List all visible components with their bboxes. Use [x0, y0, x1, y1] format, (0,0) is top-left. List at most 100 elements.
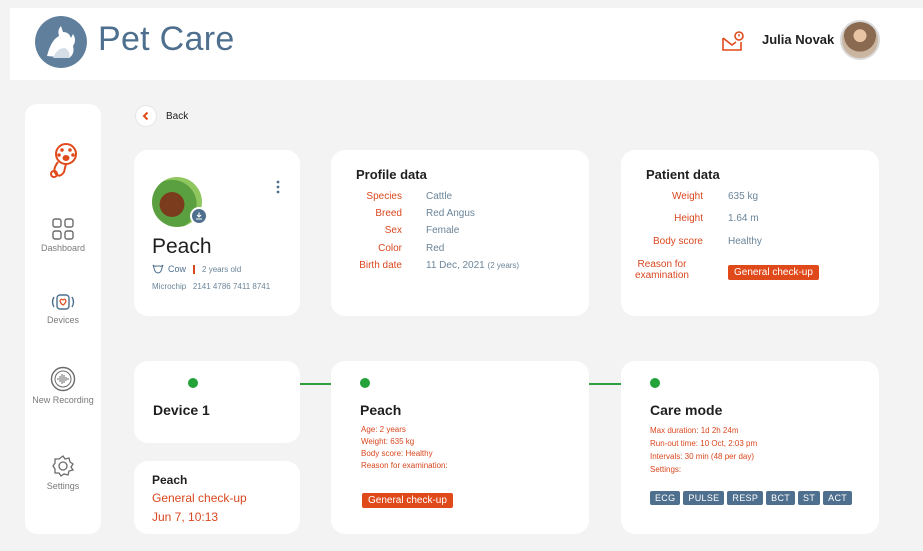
reason-value: General check-up: [728, 265, 819, 280]
profile-key: Species: [366, 191, 402, 202]
peach-age: Age: 2 years: [361, 425, 406, 434]
profile-value: 11 Dec, 2021: [426, 260, 485, 271]
recording-card[interactable]: Peach General check-up Jun 7, 10:13: [134, 461, 300, 534]
reason-key: Reason for examination: [621, 259, 703, 281]
separator: [193, 264, 196, 274]
reason-key-line: Reason for: [637, 259, 687, 270]
brand-title: Pet Care: [98, 20, 235, 58]
patient-name: Peach: [152, 235, 212, 258]
care-mode-details: Max duration: 1d 2h 24m Run-out time: 10…: [650, 424, 757, 476]
sidebar-item-dashboard[interactable]: Dashboard: [25, 218, 101, 253]
microchip-value: 2141 4786 7411 8741: [192, 282, 271, 291]
app-header: Pet Care Julia Novak: [10, 8, 923, 80]
patient-key: Height: [674, 213, 703, 224]
profile-row: Sex Female: [331, 225, 460, 236]
peach-details: Age: 2 years Weight: 635 kg Body score: …: [361, 424, 448, 472]
sidebar-item-settings[interactable]: Settings: [25, 454, 101, 491]
care-run-out: Run-out time: 10 Oct, 2:03 pm: [650, 439, 758, 448]
setting-tag: BCT: [766, 491, 796, 505]
sidebar-item-label: Dashboard: [40, 243, 86, 253]
gear-icon: [52, 455, 75, 477]
chevron-left-icon: [136, 106, 156, 126]
user-name[interactable]: Julia Novak: [762, 32, 834, 47]
profile-key: Sex: [384, 225, 402, 236]
profile-key: Breed: [375, 208, 402, 219]
recording-reason: General check-up: [152, 491, 247, 505]
reason-badge: General check-up: [728, 262, 819, 280]
patient-row: Body score Healthy: [621, 236, 762, 247]
profile-value: Female: [426, 225, 460, 236]
peach-reason-badge: General check-up: [362, 490, 453, 508]
back-label: Back: [166, 110, 189, 122]
patient-data-title: Patient data: [646, 167, 720, 182]
devices-icon: [51, 294, 75, 310]
peach-reason-label: Reason for examination:: [361, 461, 448, 470]
patient-value: Healthy: [728, 236, 762, 247]
peach-body-score: Body score: Healthy: [361, 449, 433, 458]
patient-row: Height 1.64 m: [621, 213, 759, 224]
setting-tag: ECG: [650, 491, 681, 505]
sidebar-item-new-recording[interactable]: New Recording: [25, 366, 101, 405]
care-mode-title: Care mode: [650, 402, 723, 418]
care-intervals: Intervals: 30 min (48 per day): [650, 452, 755, 461]
recording-icon: [50, 366, 76, 392]
patient-data-card: Patient data Weight 635 kg Height 1.64 m B…: [621, 150, 879, 316]
patient-species-age: Cow 2 years old: [152, 264, 241, 274]
recording-date: Jun 7, 10:13: [152, 510, 219, 524]
peach-reason-value: General check-up: [362, 493, 453, 508]
sidebar-item-label: Devices: [46, 315, 79, 325]
species-label: Cow: [168, 264, 187, 274]
back-button[interactable]: Back: [136, 106, 188, 126]
sidebar-item-devices[interactable]: Devices: [25, 292, 101, 325]
profile-row: Breed Red Angus: [331, 208, 475, 219]
sidebar: Dashboard Devices New Recording Settings: [25, 104, 101, 534]
profile-value-extra: (2 years): [487, 261, 520, 270]
profile-value: Red: [426, 243, 445, 254]
peach-card[interactable]: Peach Age: 2 years Weight: 635 kg Body s…: [331, 361, 589, 534]
peach-weight: Weight: 635 kg: [361, 437, 415, 446]
profile-row: Birth date 11 Dec, 2021 (2 years): [331, 260, 519, 271]
care-settings-label: Settings:: [650, 465, 682, 474]
patient-key: Weight: [672, 191, 703, 202]
timeline-dot: [650, 378, 660, 388]
device-title: Device 1: [153, 402, 210, 418]
avatar[interactable]: [840, 20, 880, 60]
reason-key-line: examination: [635, 270, 689, 281]
profile-value: Cattle: [426, 191, 453, 202]
stethoscope-paw-icon: [50, 143, 77, 178]
setting-tag: RESP: [727, 491, 764, 505]
microchip-info: Microchip 2141 4786 7411 8741: [152, 282, 270, 291]
recording-name: Peach: [152, 473, 188, 487]
patient-key: Body score: [652, 236, 703, 247]
profile-data-card: Profile data Species Cattle Breed Red Angu…: [331, 150, 589, 316]
setting-tag: PULSE: [683, 491, 725, 505]
profile-value: Red Angus: [426, 208, 475, 219]
care-settings-tags: ECG PULSE RESP BCT ST ACT: [650, 488, 855, 506]
patient-row: Weight 635 kg: [621, 191, 758, 202]
profile-row: Species Cattle: [331, 191, 452, 202]
timeline-dot: [360, 378, 370, 388]
dashboard-icon: [52, 218, 74, 240]
peach-title: Peach: [360, 402, 402, 418]
patient-card: Peach Cow 2 years old Microchip 2141 478…: [134, 150, 300, 316]
sidebar-item-label: Settings: [46, 481, 80, 491]
patient-value: 1.64 m: [728, 213, 759, 224]
pet-logo-icon[interactable]: [35, 16, 87, 68]
care-max-duration: Max duration: 1d 2h 24m: [650, 426, 739, 435]
setting-tag: ACT: [823, 491, 853, 505]
device-card[interactable]: Device 1: [134, 361, 300, 443]
setting-tag: ST: [798, 491, 821, 505]
profile-data-title: Profile data: [356, 167, 427, 182]
patient-value: 635 kg: [728, 191, 759, 202]
more-options-icon[interactable]: [275, 180, 281, 199]
cow-icon: [152, 264, 164, 274]
profile-row: Color Red: [331, 243, 444, 254]
profile-key: Birth date: [359, 260, 402, 271]
sidebar-item-vet[interactable]: [25, 140, 101, 180]
download-icon[interactable]: [190, 207, 208, 225]
profile-key: Color: [378, 243, 402, 254]
age-label: 2 years old: [202, 264, 242, 274]
sidebar-item-label: New Recording: [32, 395, 94, 405]
care-mode-card[interactable]: Care mode Max duration: 1d 2h 24m Run-ou…: [621, 361, 879, 534]
mail-notification-icon[interactable]: [720, 30, 744, 54]
